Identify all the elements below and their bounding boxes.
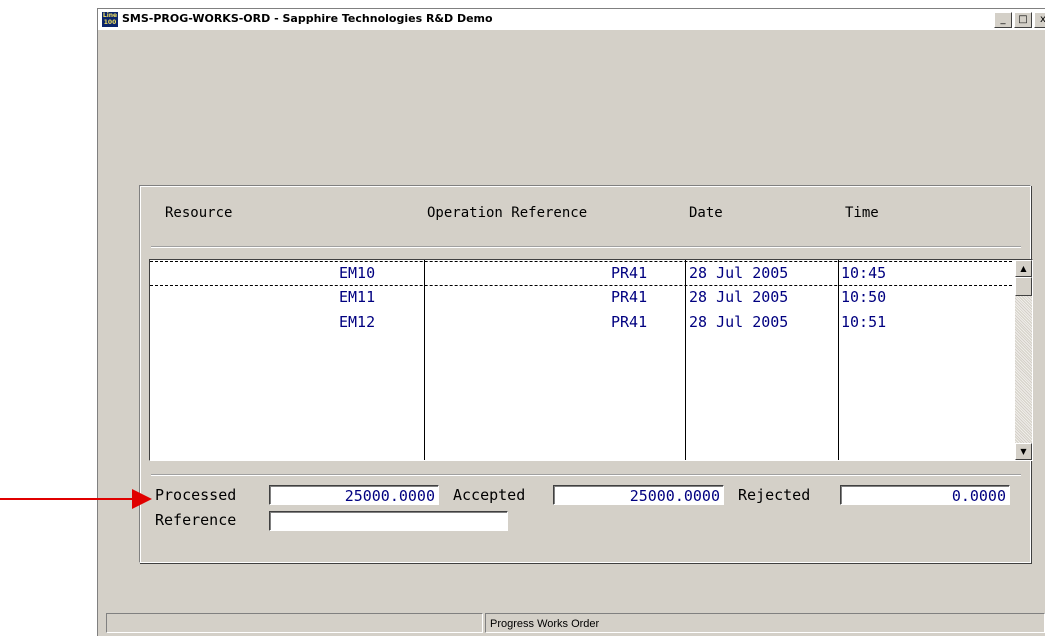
- cell-date: 28 Jul 2005: [689, 264, 789, 282]
- arrow-right-icon: [132, 489, 152, 509]
- app-icon[interactable]: Line 100: [102, 12, 118, 27]
- annotation-arrow-line: [0, 498, 142, 500]
- operations-list[interactable]: EM10 PR41 28 Jul 2005 10:45 EM11 PR41 28…: [149, 259, 1033, 461]
- status-center: Progress Works Order: [485, 613, 1045, 633]
- cell-time: 10:45: [841, 264, 887, 282]
- cell-date: 28 Jul 2005: [689, 313, 789, 331]
- table-row[interactable]: EM11 PR41 28 Jul 2005 10:50: [150, 286, 1012, 311]
- close-button[interactable]: x: [1034, 12, 1045, 28]
- status-bar: Progress Works Order: [103, 613, 1045, 635]
- form-divider: [151, 474, 1021, 476]
- reference-field[interactable]: [269, 511, 508, 531]
- window-title: SMS-PROG-WORKS-ORD - Sapphire Technologi…: [122, 12, 493, 25]
- header-date[interactable]: Date: [689, 205, 723, 221]
- reference-label: Reference: [155, 511, 237, 529]
- processed-label: Processed: [155, 486, 237, 504]
- scroll-thumb[interactable]: [1015, 277, 1032, 296]
- header-divider: [151, 246, 1021, 248]
- status-left: [106, 613, 483, 633]
- accepted-field[interactable]: 25000.0000: [553, 485, 724, 505]
- header-time[interactable]: Time: [845, 205, 879, 221]
- rejected-field[interactable]: 0.0000: [840, 485, 1010, 505]
- scroll-down-icon[interactable]: ▼: [1015, 443, 1032, 460]
- window-controls: _ □ x: [994, 12, 1045, 28]
- accepted-label: Accepted: [453, 486, 526, 504]
- cell-time: 10:51: [841, 313, 887, 331]
- cell-resource: EM11: [339, 288, 376, 306]
- cell-operation-reference: PR41: [611, 313, 648, 331]
- rejected-label: Rejected: [738, 486, 811, 504]
- vertical-scrollbar[interactable]: ▲ ▼: [1015, 260, 1032, 460]
- cell-operation-reference: PR41: [611, 288, 648, 306]
- header-resource[interactable]: Resource: [165, 205, 232, 221]
- header-operation-reference[interactable]: Operation Reference: [427, 205, 587, 221]
- scroll-up-icon[interactable]: ▲: [1015, 260, 1032, 277]
- cell-resource: EM12: [339, 313, 376, 331]
- cell-time: 10:50: [841, 288, 887, 306]
- cell-operation-reference: PR41: [611, 264, 648, 282]
- cell-resource: EM10: [339, 264, 376, 282]
- table-row[interactable]: EM10 PR41 28 Jul 2005 10:45: [150, 261, 1012, 286]
- maximize-button[interactable]: □: [1014, 12, 1032, 28]
- minimize-button[interactable]: _: [994, 12, 1012, 28]
- processed-field[interactable]: 25000.0000: [269, 485, 439, 505]
- title-bar[interactable]: Line 100 SMS-PROG-WORKS-ORD - Sapphire Te…: [98, 9, 1045, 30]
- table-row[interactable]: EM12 PR41 28 Jul 2005 10:51: [150, 311, 1012, 336]
- cell-date: 28 Jul 2005: [689, 288, 789, 306]
